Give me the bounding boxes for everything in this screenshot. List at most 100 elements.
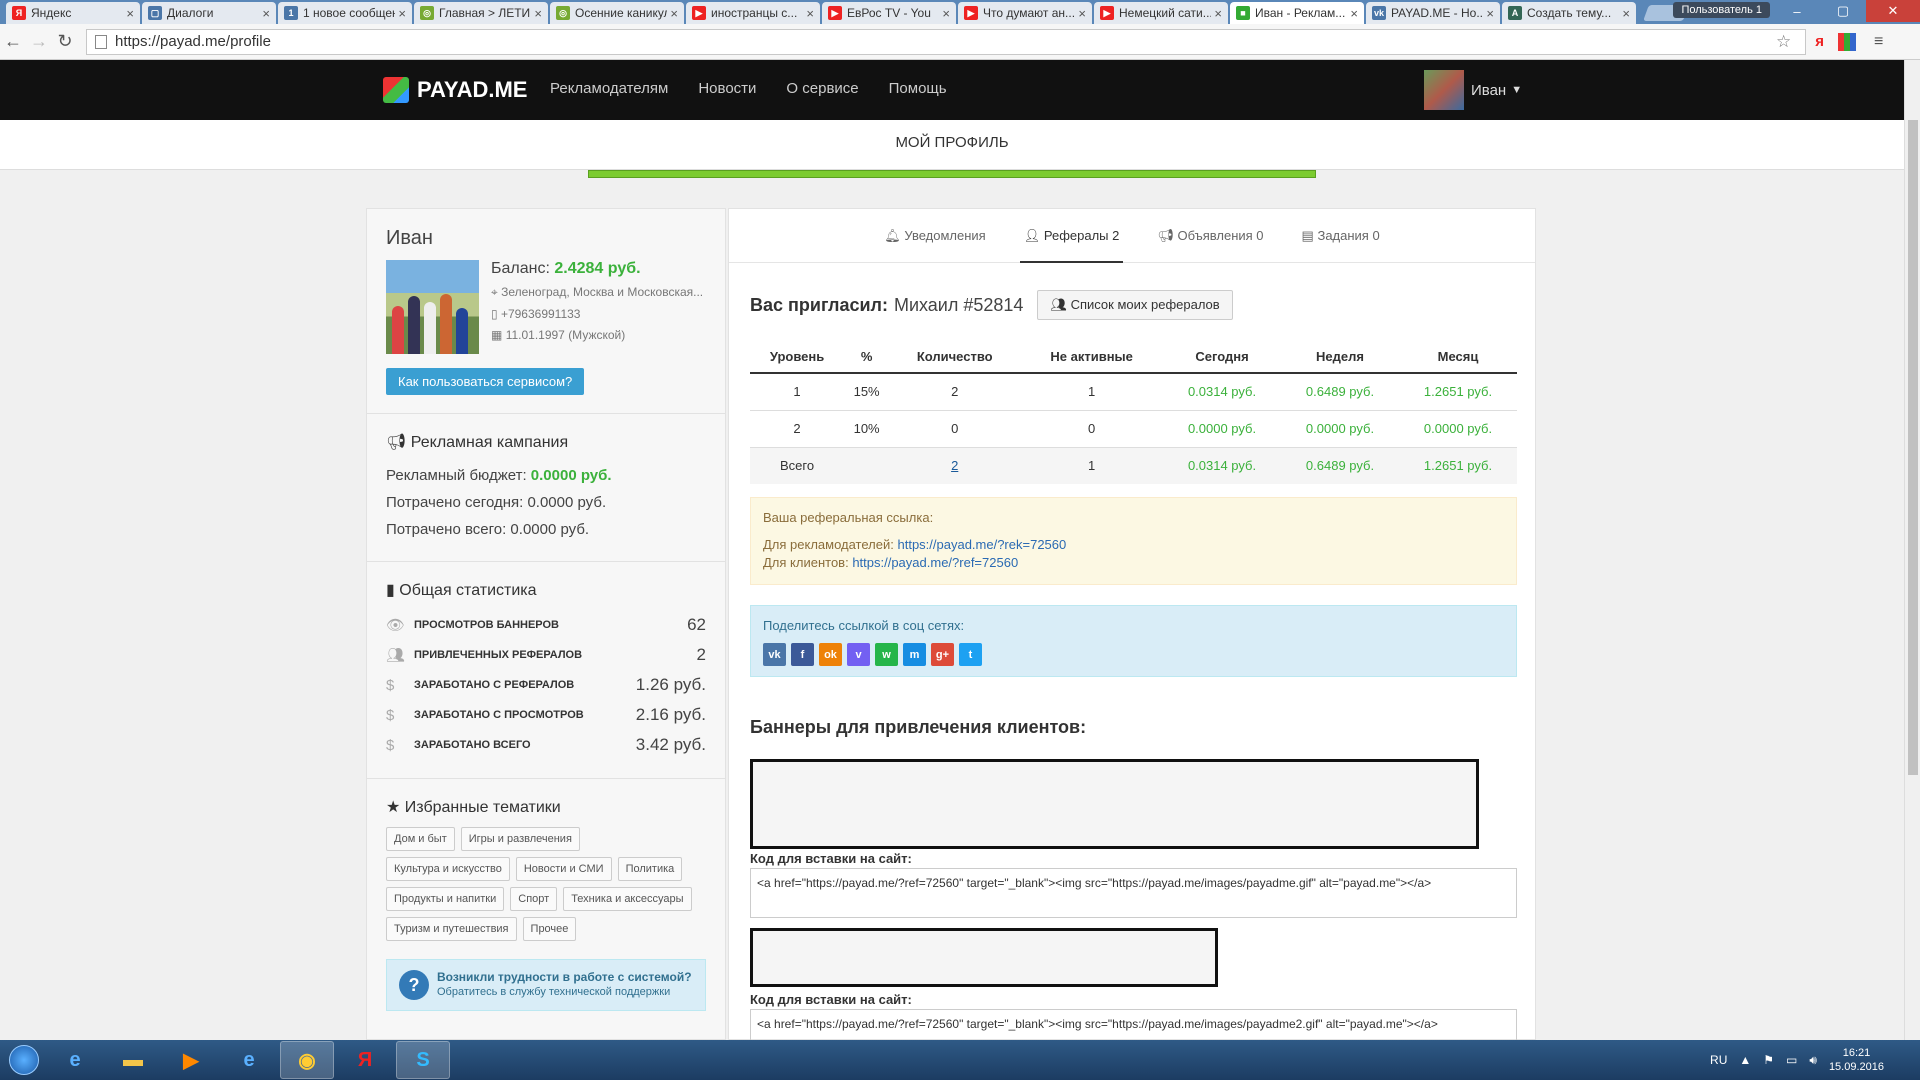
browser-tab[interactable]: vk PAYAD.ME - Но... × bbox=[1366, 2, 1500, 24]
taskbar-ie-icon[interactable]: e bbox=[48, 1041, 102, 1079]
taskbar-explorer-icon[interactable]: ▬ bbox=[106, 1041, 160, 1079]
table-cell: 2 bbox=[889, 372, 1021, 410]
bell-icon: 🔔︎ bbox=[884, 228, 901, 243]
browser-tab[interactable]: ▶ ЕвРос TV - You × bbox=[822, 2, 956, 24]
share-w-icon[interactable]: w bbox=[875, 643, 898, 666]
yandex-extension-icon[interactable]: я bbox=[1815, 33, 1824, 50]
browser-tab[interactable]: ▶ Немецкий сати... × bbox=[1094, 2, 1228, 24]
close-tab-icon[interactable]: × bbox=[806, 6, 814, 21]
forward-button[interactable]: → bbox=[26, 31, 52, 52]
tab-tasks[interactable]: ▤ Задания 0 bbox=[1298, 209, 1384, 263]
close-tab-icon[interactable]: × bbox=[670, 6, 678, 21]
topic-tag[interactable]: Туризм и путешествия bbox=[386, 917, 517, 941]
browser-tab[interactable]: Я Яндекс × bbox=[6, 2, 140, 24]
user-menu[interactable]: Иван ▼ bbox=[1424, 70, 1522, 110]
client-link[interactable]: https://payad.me/?ref=72560 bbox=[852, 555, 1018, 570]
stat-label: Заработано с просмотров bbox=[414, 709, 584, 721]
topic-tag[interactable]: Новости и СМИ bbox=[515, 857, 612, 881]
url-input[interactable]: https://payad.me/profile bbox=[86, 28, 1806, 55]
topic-tag[interactable]: Техника и аксессуары bbox=[563, 887, 692, 911]
close-window-button[interactable]: ✕ bbox=[1866, 0, 1920, 22]
help-subtitle[interactable]: Обратитесь в службу технической поддержк… bbox=[437, 986, 692, 998]
advertiser-link[interactable]: https://payad.me/?rek=72560 bbox=[897, 537, 1066, 552]
taskbar-media-player-icon[interactable]: ▶ bbox=[164, 1041, 218, 1079]
help-box[interactable]: ? Возникли трудности в работе с системой… bbox=[386, 959, 706, 1011]
volume-icon[interactable]: 🔊︎ bbox=[1809, 1053, 1817, 1068]
browser-tab[interactable]: 1 1 новое сообщение× bbox=[278, 2, 412, 24]
topic-tag[interactable]: Политика bbox=[617, 857, 683, 881]
share-g+-icon[interactable]: g+ bbox=[931, 643, 954, 666]
share-t-icon[interactable]: t bbox=[959, 643, 982, 666]
stat-label: Заработано всего bbox=[414, 739, 531, 751]
bookmark-star-icon[interactable]: ☆ bbox=[1776, 32, 1791, 52]
scrollbar-thumb[interactable] bbox=[1908, 120, 1918, 775]
nav-link[interactable]: Рекламодателям bbox=[550, 80, 668, 97]
flag-icon[interactable]: ⚑ bbox=[1763, 1053, 1774, 1067]
ad-banner-strip[interactable] bbox=[588, 170, 1316, 178]
close-tab-icon[interactable]: × bbox=[1350, 6, 1358, 21]
banner-preview-1 bbox=[750, 759, 1479, 849]
table-cell: 0.0000 руб. bbox=[1163, 409, 1282, 447]
taskbar-ie2-icon[interactable]: e bbox=[222, 1041, 276, 1079]
taskbar-chrome-icon[interactable]: ◉ bbox=[280, 1041, 334, 1079]
tab-referrals[interactable]: 👤︎ Рефералы 2 bbox=[1019, 209, 1124, 263]
extension-cube-icon[interactable] bbox=[1838, 32, 1857, 51]
clock[interactable]: 16:21 15.09.2016 bbox=[1829, 1046, 1884, 1074]
topic-tag[interactable]: Спорт bbox=[510, 887, 558, 911]
close-tab-icon[interactable]: × bbox=[1078, 6, 1086, 21]
how-to-use-button[interactable]: Как пользоваться сервисом? bbox=[386, 368, 585, 395]
close-tab-icon[interactable]: × bbox=[942, 6, 950, 21]
back-button[interactable]: ← bbox=[0, 31, 26, 52]
share-v-icon[interactable]: v bbox=[847, 643, 870, 666]
browser-tab[interactable]: ◎ Осенние каникулы× bbox=[550, 2, 684, 24]
share-box: Поделитесь ссылкой в соц сетях: vk f ok v w m… bbox=[750, 605, 1517, 677]
tab-notifications[interactable]: 🔔︎ Уведомления bbox=[880, 209, 989, 263]
network-icon[interactable]: ▭ bbox=[1786, 1053, 1797, 1067]
close-tab-icon[interactable]: × bbox=[1214, 6, 1222, 21]
tray-arrow-icon[interactable]: ▲ bbox=[1739, 1053, 1751, 1067]
referral-count-link[interactable]: 2 bbox=[951, 458, 958, 473]
taskbar-yandex-icon[interactable]: Я bbox=[338, 1041, 392, 1079]
nav-link[interactable]: Новости bbox=[698, 80, 756, 97]
share-ok-icon[interactable]: ok bbox=[819, 643, 842, 666]
reload-button[interactable]: ↻ bbox=[52, 31, 78, 52]
share-f-icon[interactable]: f bbox=[791, 643, 814, 666]
browser-tab[interactable]: ▶ иностранцы с... × bbox=[686, 2, 820, 24]
browser-user-chip[interactable]: Пользователь 1 bbox=[1673, 2, 1770, 18]
table-header: % bbox=[844, 341, 890, 374]
browser-tab[interactable]: ◎ Главная > ЛЕТИ × bbox=[414, 2, 548, 24]
browser-menu-icon[interactable]: ≡ bbox=[1874, 33, 1883, 51]
page-scrollbar[interactable] bbox=[1904, 60, 1920, 1040]
topic-tag[interactable]: Прочее bbox=[522, 917, 577, 941]
share-vk-icon[interactable]: vk bbox=[763, 643, 786, 666]
close-tab-icon[interactable]: × bbox=[126, 6, 134, 21]
site-logo[interactable]: PAYAD.ME bbox=[383, 77, 527, 103]
topic-tag[interactable]: Игры и развлечения bbox=[460, 827, 580, 851]
embed-code-textarea-2[interactable]: <a href="https://payad.me/?ref=72560" ta… bbox=[750, 1009, 1517, 1040]
close-tab-icon[interactable]: × bbox=[1622, 6, 1630, 21]
taskbar-skype-icon[interactable]: S bbox=[396, 1041, 450, 1079]
browser-tab[interactable]: ▢ Диалоги × bbox=[142, 2, 276, 24]
maximize-button[interactable]: ▢ bbox=[1820, 0, 1866, 22]
nav-link[interactable]: Помощь bbox=[889, 80, 947, 97]
start-button[interactable] bbox=[0, 1041, 48, 1079]
close-tab-icon[interactable]: × bbox=[398, 6, 406, 21]
tab-title: PAYAD.ME - Но... bbox=[1391, 6, 1484, 20]
tab-ads[interactable]: 📢︎ Объявления 0 bbox=[1153, 209, 1267, 263]
browser-tab[interactable]: A Создать тему... × bbox=[1502, 2, 1636, 24]
share-m-icon[interactable]: m bbox=[903, 643, 926, 666]
profile-tabs: 🔔︎ Уведомления 👤︎ Рефералы 2 📢︎ Объявлен… bbox=[729, 209, 1535, 263]
minimize-button[interactable]: – bbox=[1774, 0, 1820, 22]
topic-tag[interactable]: Культура и искусство bbox=[386, 857, 510, 881]
language-indicator[interactable]: RU bbox=[1710, 1053, 1727, 1067]
topic-tag[interactable]: Продукты и напитки bbox=[386, 887, 505, 911]
nav-link[interactable]: О сервисе bbox=[786, 80, 858, 97]
browser-tab[interactable]: ■ Иван - Реклам... × bbox=[1230, 2, 1364, 24]
close-tab-icon[interactable]: × bbox=[262, 6, 270, 21]
topic-tag[interactable]: Дом и быт bbox=[386, 827, 455, 851]
embed-code-textarea-1[interactable]: <a href="https://payad.me/?ref=72560" ta… bbox=[750, 868, 1517, 918]
close-tab-icon[interactable]: × bbox=[534, 6, 542, 21]
my-referrals-button[interactable]: 👥︎ Список моих рефералов bbox=[1037, 290, 1233, 320]
browser-tab[interactable]: ▶ Что думают ан... × bbox=[958, 2, 1092, 24]
close-tab-icon[interactable]: × bbox=[1486, 6, 1494, 21]
